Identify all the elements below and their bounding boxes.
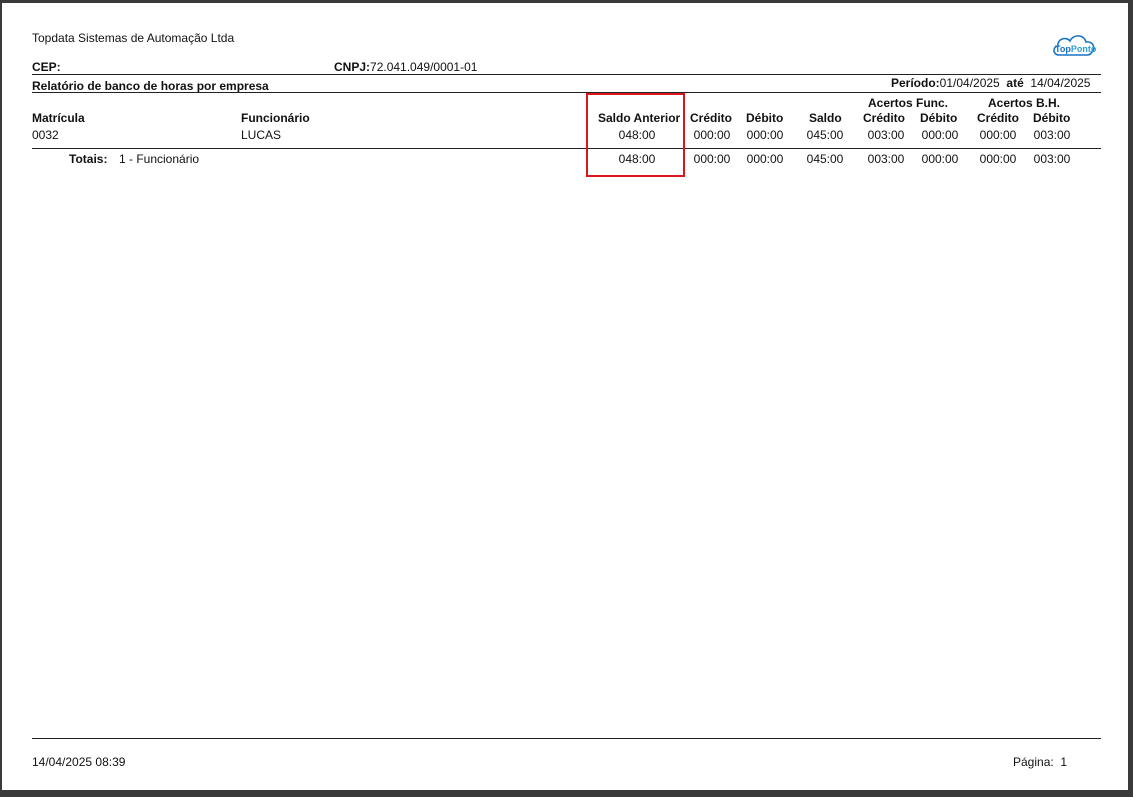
col-matricula: Matrícula [32,111,85,125]
col-af-credito: Crédito [863,111,905,125]
col-acertos-bh: Acertos B.H. [988,96,1061,110]
report-title: Relatório de banco de horas por empresa [32,79,269,93]
row-saldo: 045:00 [806,128,844,142]
totals-af-debito: 000:00 [921,152,959,166]
row-af-credito: 003:00 [867,128,905,142]
row-bh-credito: 000:00 [979,128,1017,142]
report-period: Período:01/04/2025 até 14/04/2025 [891,76,1091,90]
footer-divider [32,738,1101,739]
company-name: Topdata Sistemas de Automação Ltda [32,31,235,45]
col-saldo: Saldo [809,111,842,125]
col-acertos-func: Acertos Func. [868,96,949,110]
footer-datetime: 14/04/2025 08:39 [32,755,126,769]
totals-bh-debito: 003:00 [1033,152,1071,166]
col-af-debito: Débito [920,111,958,125]
totals-divider [32,148,1101,149]
row-matricula: 0032 [32,128,59,142]
col-bh-credito: Crédito [977,111,1019,125]
totals-af-credito: 003:00 [867,152,905,166]
totals-bh-credito: 000:00 [979,152,1017,166]
col-funcionario: Funcionário [241,111,310,125]
totals-credito: 000:00 [693,152,731,166]
report-page: Topdata Sistemas de Automação Ltda TopPo… [2,3,1128,790]
totals-debito: 000:00 [746,152,784,166]
row-bh-debito: 003:00 [1033,128,1071,142]
logo-text: TopPonto [1055,44,1097,54]
cep-label: CEP: [32,60,61,74]
saldo-anterior-highlight-box [586,93,685,177]
totals-label: Totais: [69,152,108,166]
footer-page: Página: 1 [1013,755,1068,769]
cnpj: CNPJ:72.041.049/0001-01 [334,60,478,74]
col-debito: Débito [746,111,784,125]
totals-count: 1 - Funcionário [119,152,200,166]
totals-saldo: 045:00 [806,152,844,166]
header-divider [32,74,1101,75]
row-credito: 000:00 [693,128,731,142]
col-credito: Crédito [690,111,732,125]
col-bh-debito: Débito [1033,111,1071,125]
row-af-debito: 000:00 [921,128,959,142]
title-divider [32,92,1101,93]
row-funcionario: LUCAS [241,128,282,142]
row-debito: 000:00 [746,128,784,142]
page-number: 1 [1060,755,1068,769]
